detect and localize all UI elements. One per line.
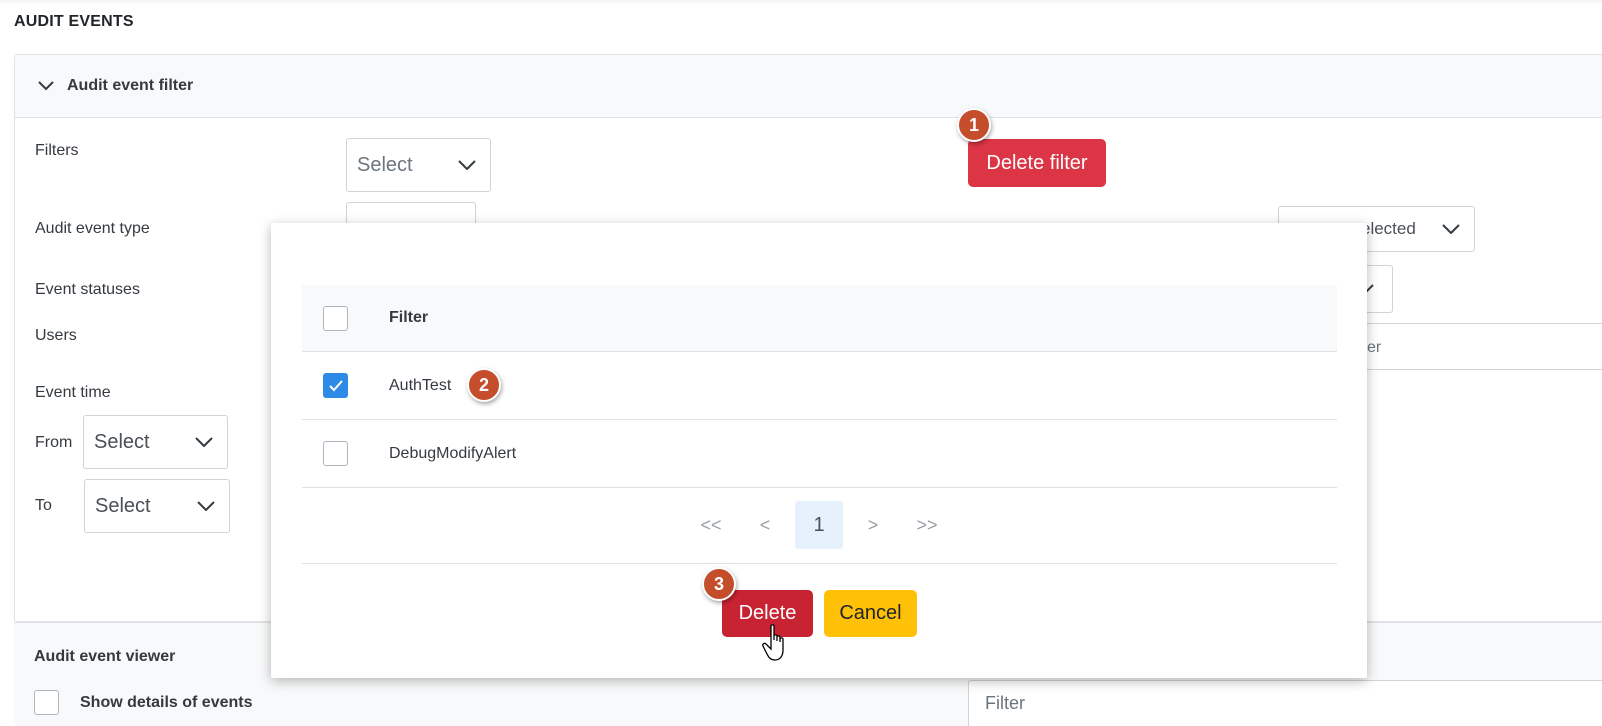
audit-event-type-label: Audit event type [35, 220, 150, 237]
show-details-label: Show details of events [80, 694, 253, 711]
right-select-value: elected [1361, 219, 1416, 238]
prev-page-button[interactable]: < [741, 501, 789, 549]
audit-event-filter-title: Audit event filter [67, 77, 194, 94]
check-icon [329, 380, 343, 392]
from-label: From [35, 434, 73, 451]
to-label: To [35, 497, 52, 514]
pagination: << < 1 > >> [302, 488, 1337, 564]
delete-filter-button[interactable]: Delete filter [968, 139, 1106, 187]
cancel-button[interactable]: Cancel [824, 590, 917, 637]
filters-select[interactable]: Select [346, 138, 491, 192]
filters-select-value: Select [357, 153, 413, 176]
chevron-down-icon [197, 501, 215, 511]
to-select-value: Select [95, 494, 151, 517]
chevron-down-icon [38, 81, 54, 91]
users-input[interactable]: er [1340, 323, 1602, 370]
delete-filter-modal: Filter AuthTest DebugModifyAlert << < 1 … [271, 223, 1367, 678]
filter-column-header: Filter [389, 309, 429, 326]
first-page-button[interactable]: << [687, 501, 735, 549]
step-badge-3: 3 [702, 567, 736, 601]
step-badge-2: 2 [467, 368, 501, 402]
show-details-checkbox[interactable] [34, 690, 59, 715]
chevron-down-icon [195, 437, 213, 447]
row-checkbox-debugmodifyalert[interactable] [323, 441, 348, 466]
event-statuses-label: Event statuses [35, 281, 140, 298]
filters-label: Filters [35, 142, 79, 159]
filter-table: Filter AuthTest DebugModifyAlert [302, 285, 1337, 488]
to-select[interactable]: Select [84, 479, 230, 533]
page-title: AUDIT EVENTS [14, 13, 134, 30]
event-time-label: Event time [35, 384, 111, 401]
users-label: Users [35, 327, 77, 344]
step-badge-1: 1 [957, 108, 991, 142]
from-select[interactable]: Select [83, 415, 228, 469]
audit-event-viewer-title: Audit event viewer [34, 648, 176, 665]
table-row[interactable]: DebugModifyAlert [302, 420, 1337, 488]
row-filter-name: DebugModifyAlert [389, 444, 517, 462]
row-filter-name: AuthTest [389, 376, 452, 394]
audit-event-filter-header[interactable]: Audit event filter [15, 55, 1602, 118]
table-row[interactable]: AuthTest [302, 352, 1337, 420]
row-checkbox-authtest[interactable] [323, 373, 348, 398]
page-1-button[interactable]: 1 [795, 501, 843, 549]
chevron-down-icon [458, 160, 476, 170]
chevron-down-icon [1442, 224, 1460, 234]
select-all-checkbox[interactable] [323, 305, 348, 331]
table-header-row: Filter [302, 285, 1337, 352]
viewer-filter-input[interactable]: Filter [968, 680, 1602, 726]
from-select-value: Select [94, 430, 150, 453]
top-shadow [0, 0, 1602, 4]
next-page-button[interactable]: > [849, 501, 897, 549]
hand-cursor-icon [762, 624, 784, 661]
last-page-button[interactable]: >> [903, 501, 951, 549]
